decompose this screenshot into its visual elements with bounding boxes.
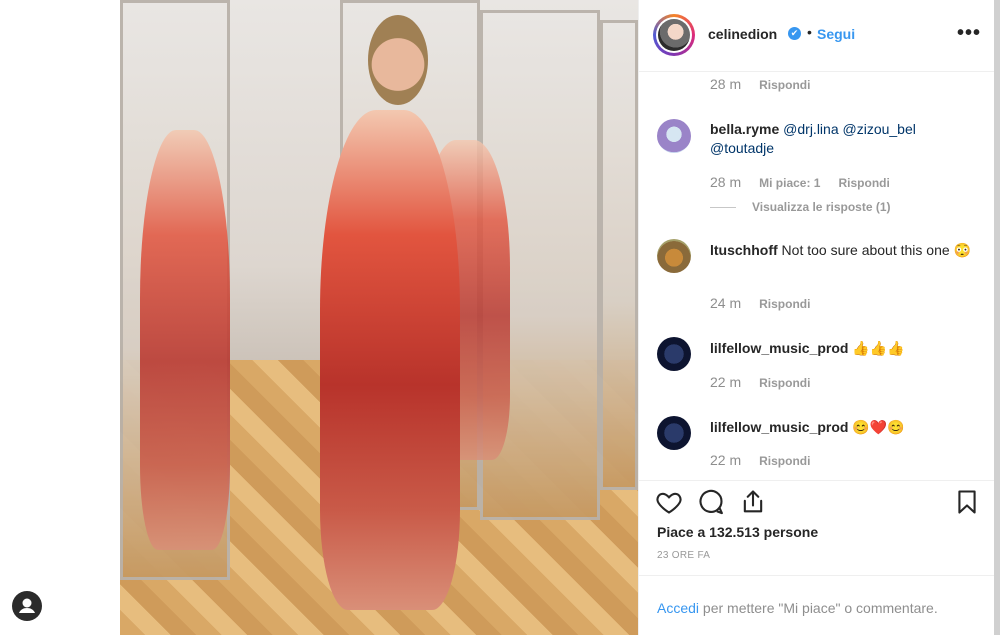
comment-time[interactable]: 22 m: [710, 452, 741, 468]
comment-body: 😊❤️😊: [852, 419, 905, 435]
comment-text: lilfellow_music_prod 👍👍👍: [710, 339, 980, 358]
login-prompt-text: per mettere "Mi piace" o commentare.: [699, 600, 938, 616]
comment-username[interactable]: lilfellow_music_prod: [710, 419, 848, 435]
share-icon[interactable]: [739, 488, 767, 516]
comment-username[interactable]: bella.ryme: [710, 121, 779, 137]
view-replies-button[interactable]: Visualizza le risposte (1): [710, 200, 891, 214]
comment-meta: 28 m Rispondi: [710, 76, 810, 92]
mention-link[interactable]: @zizou_bel: [843, 121, 916, 137]
reply-button[interactable]: Rispondi: [759, 78, 810, 92]
comment-meta: 22 m Rispondi: [710, 374, 810, 390]
comment-time[interactable]: 22 m: [710, 374, 741, 390]
comments-list[interactable]: 28 m Rispondi bella.ryme @drj.lina @zizo…: [639, 72, 995, 480]
post-header: celinedion ✔ • Segui •••: [639, 0, 995, 72]
comment-text: ltuschhoff Not too sure about this one 😳: [710, 241, 980, 260]
comment-avatar[interactable]: [657, 119, 691, 153]
username[interactable]: celinedion: [708, 26, 777, 42]
more-options-icon[interactable]: •••: [957, 22, 981, 45]
reply-button[interactable]: Rispondi: [759, 454, 810, 468]
comment-text: bella.ryme @drj.lina @zizou_bel @toutadj…: [710, 120, 980, 158]
login-link[interactable]: Accedi: [657, 600, 699, 616]
action-bar: [639, 480, 995, 520]
comment-likes-count[interactable]: Mi piace: 1: [759, 176, 820, 190]
avatar[interactable]: [653, 14, 695, 56]
login-prompt: Accedi per mettere "Mi piace" o commenta…: [639, 575, 995, 635]
verified-badge-icon: ✔: [788, 27, 801, 40]
scrollbar[interactable]: [994, 0, 1000, 635]
comment-time[interactable]: 24 m: [710, 295, 741, 311]
comment-icon[interactable]: [697, 488, 725, 516]
post-side-panel: celinedion ✔ • Segui ••• 28 m Rispondi b…: [638, 0, 995, 635]
comment-username[interactable]: ltuschhoff: [710, 242, 778, 258]
reply-button[interactable]: Rispondi: [838, 176, 889, 190]
separator-dot: •: [807, 24, 812, 40]
comment-time[interactable]: 28 m: [710, 174, 741, 190]
follow-button[interactable]: Segui: [817, 26, 855, 42]
comment-avatar[interactable]: [657, 337, 691, 371]
reply-button[interactable]: Rispondi: [759, 297, 810, 311]
mention-link[interactable]: @drj.lina: [783, 121, 838, 137]
comment-body: 👍👍👍: [852, 340, 905, 356]
mirror-panel: [600, 20, 638, 490]
post-photo[interactable]: [120, 0, 638, 635]
comment-meta: 28 m Mi piace: 1 Rispondi: [710, 174, 890, 190]
comment-meta: 22 m Rispondi: [710, 452, 810, 468]
comment-avatar[interactable]: [657, 416, 691, 450]
bookmark-icon[interactable]: [953, 488, 981, 516]
comment-avatar[interactable]: [657, 239, 691, 273]
comment-body: Not too sure about this one 😳: [781, 242, 971, 258]
heart-icon[interactable]: [655, 488, 683, 516]
post-timestamp[interactable]: 23 ORE FA: [657, 550, 710, 561]
comment-meta: 24 m Rispondi: [710, 295, 810, 311]
comment-time[interactable]: 28 m: [710, 76, 741, 92]
reply-button[interactable]: Rispondi: [759, 376, 810, 390]
mention-link[interactable]: @toutadje: [710, 140, 774, 156]
replies-line: [710, 206, 736, 208]
reflection: [140, 130, 230, 550]
comment-text: lilfellow_music_prod 😊❤️😊: [710, 418, 980, 437]
woman-in-red-dress: [320, 110, 460, 610]
comment-username[interactable]: lilfellow_music_prod: [710, 340, 848, 356]
profile-icon[interactable]: [12, 591, 42, 621]
instagram-post-page: celinedion ✔ • Segui ••• 28 m Rispondi b…: [0, 0, 1000, 635]
likes-count[interactable]: Piace a 132.513 persone: [657, 524, 818, 540]
view-replies-label: Visualizza le risposte (1): [752, 200, 891, 214]
head: [368, 15, 428, 105]
